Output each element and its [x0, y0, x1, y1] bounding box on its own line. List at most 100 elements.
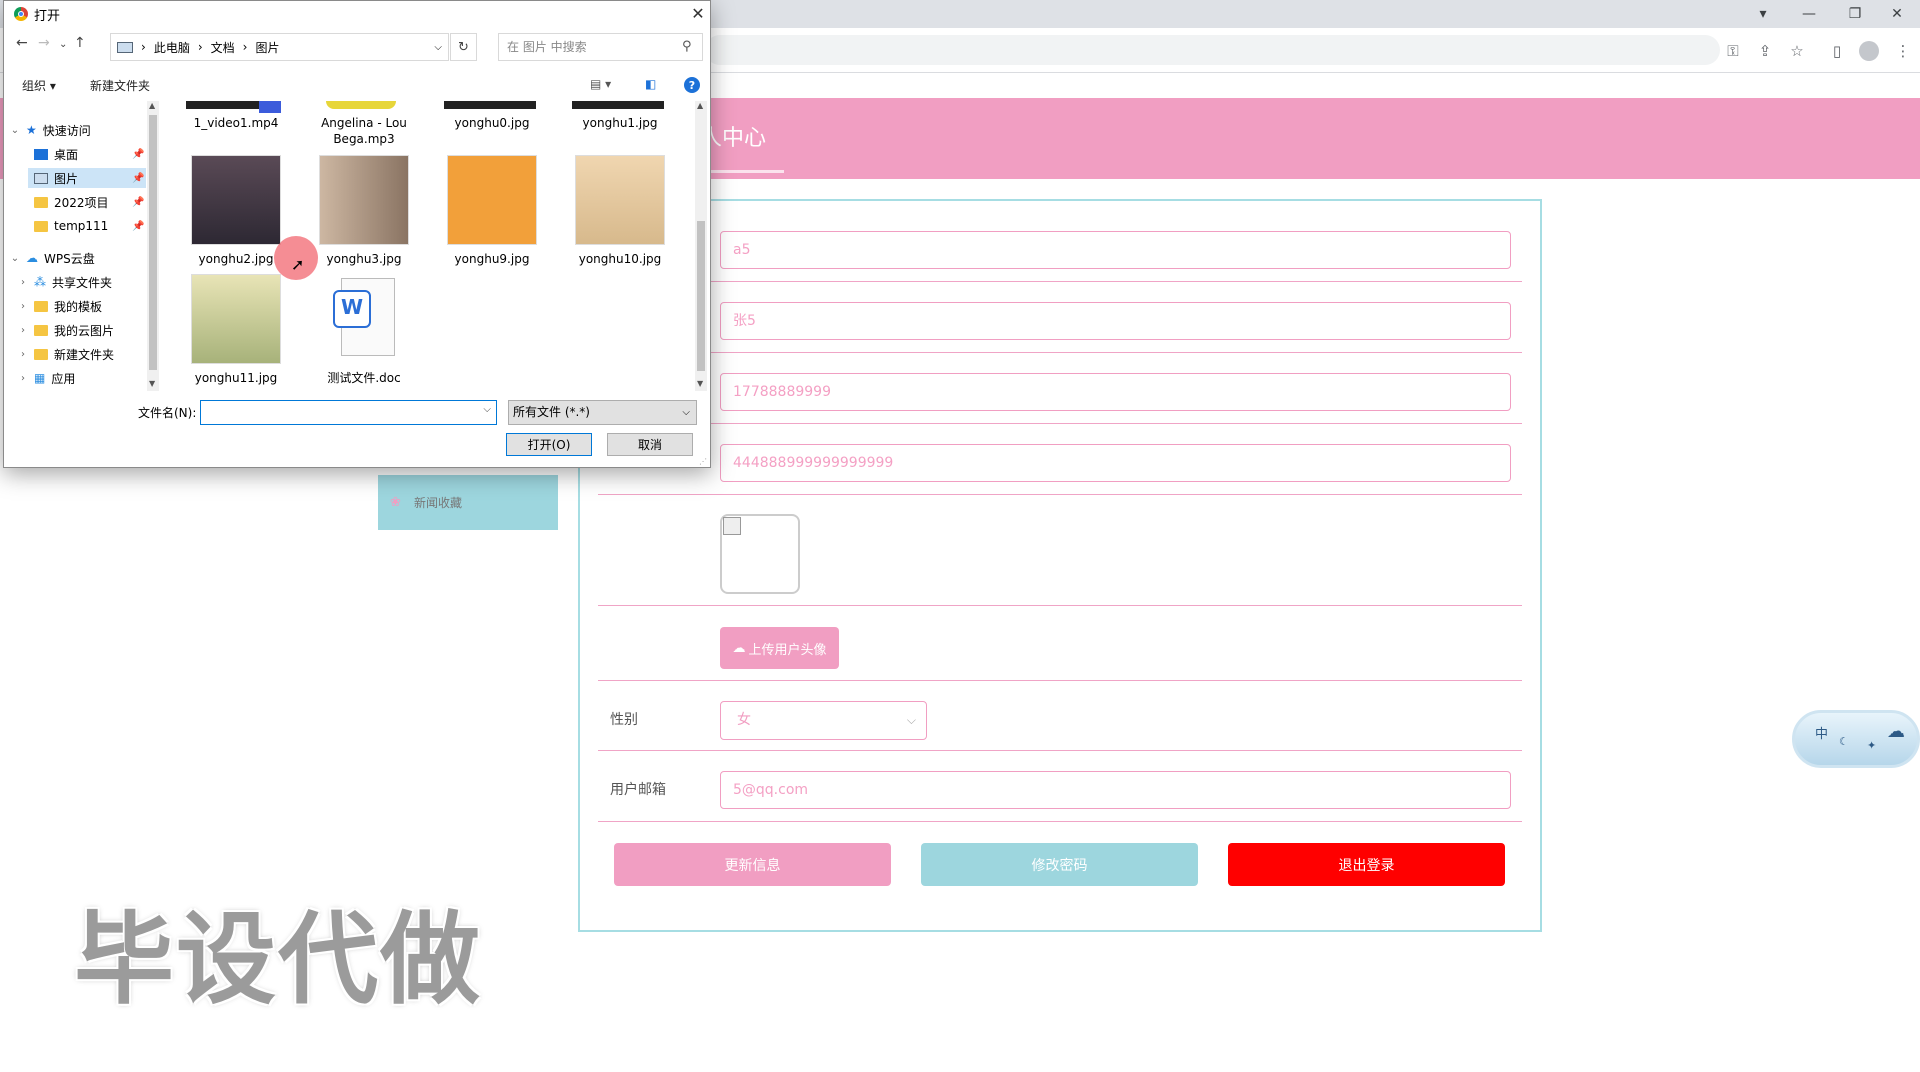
key-icon[interactable]: ⚿ [1720, 38, 1746, 64]
chevron-down-icon[interactable]: ⌵ [434, 42, 442, 53]
open-button[interactable]: 打开(O) [506, 433, 592, 456]
name-field[interactable]: 张5 [720, 302, 1511, 340]
broken-image-icon [723, 517, 741, 535]
address-bar[interactable] [705, 35, 1720, 65]
filename-input[interactable]: ⌵ [200, 400, 497, 425]
organize-menu[interactable]: 组织 ▾ [22, 77, 56, 94]
file-item[interactable]: yonghu10.jpg [568, 155, 672, 267]
video-badge-icon [259, 101, 281, 113]
scroll-up-icon[interactable]: ▲ [149, 101, 155, 110]
nav-item-pictures[interactable]: 图片 📌 [34, 168, 144, 188]
breadcrumb-item[interactable]: 图片 [255, 39, 279, 56]
minimize-button[interactable]: — [1786, 0, 1832, 28]
chevron-right-icon: › [21, 300, 25, 312]
file-item-name[interactable]: yonghu0.jpg [440, 115, 544, 131]
nav-item-desktop[interactable]: 桌面 📌 [34, 144, 144, 164]
row-divider [598, 281, 1522, 282]
view-options-icon[interactable]: ▤ ▾ [590, 77, 611, 91]
ime-float-widget[interactable]: 中 ☾ ✦ ☁ [1792, 710, 1920, 768]
pictures-icon [34, 172, 48, 184]
file-item[interactable]: yonghu3.jpg [312, 155, 416, 267]
dialog-title: 打开 [34, 8, 61, 24]
upload-avatar-button[interactable]: ☁ 上传用户头像 [720, 627, 839, 669]
nav-item-2022-project[interactable]: 2022项目 📌 [34, 192, 144, 212]
star-icon[interactable]: ☆ [1784, 38, 1810, 64]
cancel-button[interactable]: 取消 [607, 433, 693, 456]
sidepanel-icon[interactable]: ▯ [1824, 38, 1850, 64]
refresh-icon[interactable]: ↻ [450, 33, 477, 61]
gender-select[interactable]: 女 ⌵ [720, 701, 927, 740]
email-field[interactable]: 5@qq.com [720, 771, 1511, 809]
nav-item-new-folder[interactable]: › 新建文件夹 [18, 344, 114, 364]
word-document-icon: W [319, 274, 409, 364]
dialog-search-input[interactable]: 在 图片 中搜索 [498, 33, 703, 61]
pin-icon: 📌 [132, 172, 145, 184]
breadcrumb-separator-icon: › [242, 40, 248, 54]
profile-icon[interactable] [1859, 41, 1879, 61]
nav-item-label: 快速访问 [42, 123, 91, 138]
image-thumbnail [447, 155, 537, 245]
nav-item-label: 共享文件夹 [52, 275, 113, 290]
image-thumbnail [319, 155, 409, 245]
search-icon[interactable]: ⚲ [682, 39, 692, 54]
nav-item-shared-folder[interactable]: › ⁂ 共享文件夹 [18, 272, 112, 292]
id-number-field[interactable]: 444888999999999999 [720, 444, 1511, 482]
nav-item-my-cloud-pictures[interactable]: › 我的云图片 [18, 320, 114, 340]
restore-button[interactable]: ❐ [1832, 0, 1878, 28]
logout-button[interactable]: 退出登录 [1228, 843, 1505, 886]
file-item[interactable]: yonghu2.jpg [184, 155, 288, 267]
moon-icon: ☾ [1839, 735, 1849, 748]
preview-pane-icon[interactable]: ◧ [645, 77, 656, 91]
resize-grip-icon[interactable]: ⋰ [699, 457, 707, 466]
nav-item-apps[interactable]: › ▦ 应用 [18, 368, 75, 388]
nav-item-temp111[interactable]: temp111 📌 [34, 216, 144, 236]
help-icon[interactable]: ? [684, 77, 700, 93]
row-divider [598, 680, 1522, 681]
nav-scrollbar[interactable]: ▲ ▼ [147, 101, 159, 391]
files-scrollbar[interactable]: ▲ ▼ [695, 101, 707, 391]
file-item-name: yonghu2.jpg [198, 252, 274, 266]
row-divider [598, 821, 1522, 822]
nav-item-wps-cloud[interactable]: ⌄ ☁ WPS云盘 [10, 248, 95, 268]
file-item-name[interactable]: Angelina - Lou Bega.mp3 [312, 115, 416, 147]
recent-locations-icon[interactable]: ⌄ [59, 39, 67, 50]
file-item[interactable]: yonghu9.jpg [440, 155, 544, 267]
update-info-button[interactable]: 更新信息 [614, 843, 891, 886]
cartoon-icon: ☁ [1887, 721, 1905, 742]
tab-search-icon[interactable]: ▾ [1740, 0, 1786, 28]
menu-icon[interactable]: ⋮ [1890, 38, 1916, 64]
breadcrumb-item[interactable]: 文档 [211, 39, 235, 56]
up-arrow-icon[interactable]: ↑ [74, 35, 86, 51]
pin-icon: 📌 [132, 148, 145, 160]
files-scroll-thumb[interactable] [697, 221, 705, 371]
phone-field[interactable]: 17788889999 [720, 373, 1511, 411]
chevron-right-icon: › [21, 276, 25, 288]
file-item-name[interactable]: 1_video1.mp4 [184, 115, 288, 131]
mouse-cursor-icon: ➚ [291, 255, 305, 274]
dialog-close-button[interactable]: ✕ [686, 2, 710, 24]
sidebar-item-news-favorites[interactable]: ❀ 新闻收藏 [378, 475, 558, 530]
file-item[interactable]: W 测试文件.doc [312, 274, 416, 386]
breadcrumb-item[interactable]: 此电脑 [154, 39, 190, 56]
file-item-name[interactable]: yonghu1.jpg [568, 115, 672, 131]
nav-item-my-templates[interactable]: › 我的模板 [18, 296, 102, 316]
forward-arrow-icon[interactable]: → [38, 35, 50, 51]
ime-mode-label: 中 [1815, 727, 1829, 742]
scroll-down-icon[interactable]: ▼ [697, 379, 703, 388]
chevron-down-icon[interactable]: ⌵ [483, 404, 491, 415]
filetype-select[interactable]: 所有文件 (*.*) ⌵ [508, 400, 697, 425]
file-item[interactable]: yonghu11.jpg [184, 274, 288, 386]
share-icon[interactable]: ⇪ [1752, 38, 1778, 64]
change-password-button[interactable]: 修改密码 [921, 843, 1198, 886]
nav-item-quick-access[interactable]: ⌄ ★ 快速访问 [10, 120, 91, 140]
scroll-down-icon[interactable]: ▼ [149, 379, 155, 388]
nav-scroll-thumb[interactable] [149, 115, 157, 370]
back-arrow-icon[interactable]: ← [16, 35, 28, 51]
scroll-up-icon[interactable]: ▲ [697, 101, 703, 110]
image-thumbnail [575, 155, 665, 245]
dialog-address-bar[interactable]: › 此电脑 › 文档 › 图片 ⌵ [110, 33, 449, 61]
close-window-button[interactable]: ✕ [1874, 0, 1920, 28]
chevron-down-icon: ⌄ [10, 252, 20, 264]
new-folder-button[interactable]: 新建文件夹 [90, 77, 150, 94]
username-field[interactable]: a5 [720, 231, 1511, 269]
